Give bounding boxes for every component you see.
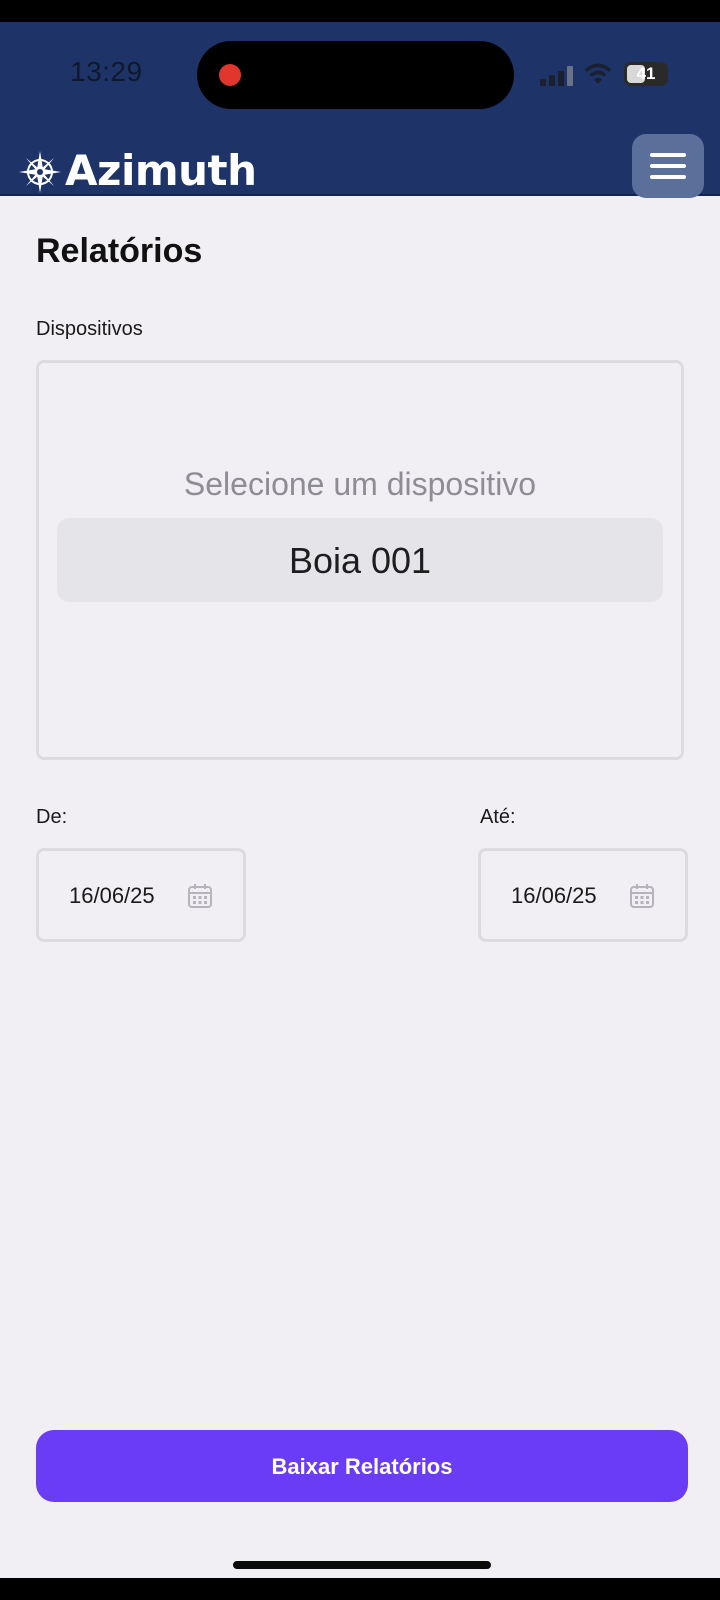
dynamic-island bbox=[197, 41, 514, 109]
top-frame-bar bbox=[0, 0, 720, 22]
compass-rose-icon bbox=[19, 151, 61, 193]
battery-level: 41 bbox=[636, 64, 656, 83]
device-option-label: Boia 001 bbox=[288, 540, 432, 581]
home-indicator[interactable] bbox=[233, 1561, 491, 1569]
from-date-label: De: bbox=[36, 806, 68, 828]
battery-icon: 41 bbox=[624, 62, 668, 86]
to-date-field[interactable]: 16/06/25 bbox=[478, 848, 688, 942]
to-date-label: Até: bbox=[480, 806, 516, 828]
download-reports-button[interactable]: Baixar Relatórios bbox=[36, 1430, 688, 1502]
recording-dot-icon bbox=[219, 64, 241, 86]
page-title: Relatórios bbox=[36, 232, 203, 270]
from-date-value: 16/06/25 bbox=[69, 883, 155, 908]
hamburger-menu-icon bbox=[650, 153, 686, 157]
wifi-icon bbox=[584, 63, 612, 84]
menu-button[interactable] bbox=[632, 134, 704, 198]
from-date-field[interactable]: 16/06/25 bbox=[36, 848, 246, 942]
cellular-signal-icon bbox=[540, 66, 574, 86]
calendar-icon bbox=[188, 884, 212, 908]
bottom-frame-bar bbox=[0, 1578, 720, 1600]
status-time: 13:29 bbox=[70, 56, 143, 87]
device-option-selected[interactable]: Boia 001 bbox=[57, 518, 663, 602]
brand-logo-text: Azimuth bbox=[65, 146, 257, 195]
app-header: 13:29 41 Azimuth bbox=[0, 22, 720, 198]
device-picker[interactable]: Selecione um dispositivo Boia 001 bbox=[36, 360, 684, 760]
download-reports-label: Baixar Relatórios bbox=[271, 1454, 453, 1479]
calendar-icon bbox=[630, 884, 654, 908]
to-date-value: 16/06/25 bbox=[511, 883, 597, 908]
device-picker-placeholder: Selecione um dispositivo bbox=[183, 466, 537, 502]
devices-label: Dispositivos bbox=[36, 318, 143, 340]
